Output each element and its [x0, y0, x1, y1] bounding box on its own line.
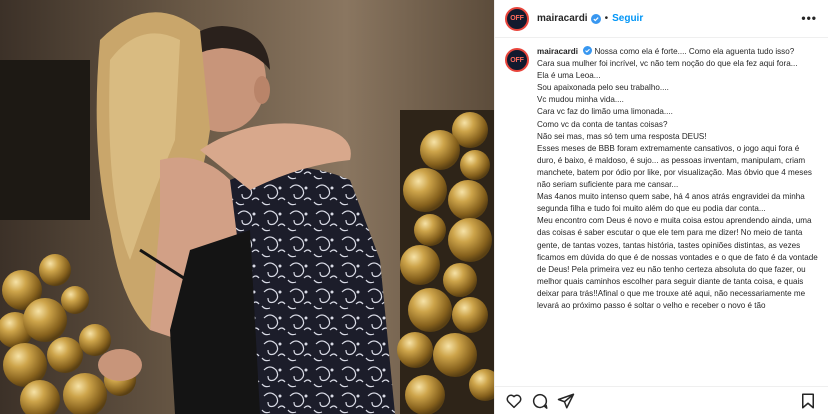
caption-text-line: Meu encontro com Deus é novo e muita coi…: [537, 216, 818, 310]
caption-avatar[interactable]: OFF: [505, 48, 529, 72]
follow-button[interactable]: Seguir: [612, 13, 643, 24]
comment-icon[interactable]: [531, 392, 549, 410]
heart-icon[interactable]: [505, 392, 523, 410]
caption-text-line: Ela é uma Leoa...: [537, 71, 601, 81]
post-header: OFF mairacardi • Seguir •••: [495, 0, 828, 38]
caption-line: mairacardi Nossa como ela é forte.... Co…: [537, 46, 819, 58]
caption-text-line: Mas 4anos muito intenso quem sabe, há 4 …: [537, 192, 805, 214]
caption-text-line: Esses meses de BBB foram extremamente ca…: [537, 143, 812, 190]
caption-text-line: Sou apaixonada pelo seu trabalho....: [537, 83, 669, 93]
caption-text-line: Cara vc faz do limão uma limonada....: [537, 107, 673, 117]
more-options-icon[interactable]: •••: [801, 11, 817, 25]
caption-text-line: Vc mudou minha vida....: [537, 95, 624, 105]
bookmark-icon[interactable]: [799, 392, 817, 410]
caption-verified-badge-icon: [583, 46, 593, 55]
avatar[interactable]: OFF: [505, 6, 529, 31]
verified-badge-icon: [590, 13, 601, 24]
post-photo: [0, 0, 494, 414]
separator-dot: •: [604, 13, 609, 24]
post-actions-bar: [495, 386, 828, 414]
avatar-text: OFF: [510, 15, 524, 22]
caption-text-line: Como vc da conta de tantas coisas?: [537, 119, 668, 129]
caption-username-link[interactable]: mairacardi: [537, 47, 578, 56]
caption-avatar-text: OFF: [510, 56, 524, 64]
caption: OFF mairacardi Nossa como ela é forte...…: [505, 46, 819, 386]
photo-scene: [0, 12, 494, 414]
caption-text-line: Não sei mas, mas só tem uma resposta DEU…: [537, 131, 707, 141]
share-icon[interactable]: [557, 392, 575, 410]
caption-text-line: Cara sua mulher foi incrível, vc não tem…: [537, 59, 798, 69]
caption-body: mairacardi Nossa como ela é forte.... Co…: [537, 46, 819, 386]
caption-text-line: Nossa como ela é forte.... Como ela ague…: [594, 47, 795, 56]
post-side-panel: OFF mairacardi • Seguir ••• OFF mairacar…: [494, 0, 828, 414]
username-link[interactable]: mairacardi: [537, 13, 588, 24]
